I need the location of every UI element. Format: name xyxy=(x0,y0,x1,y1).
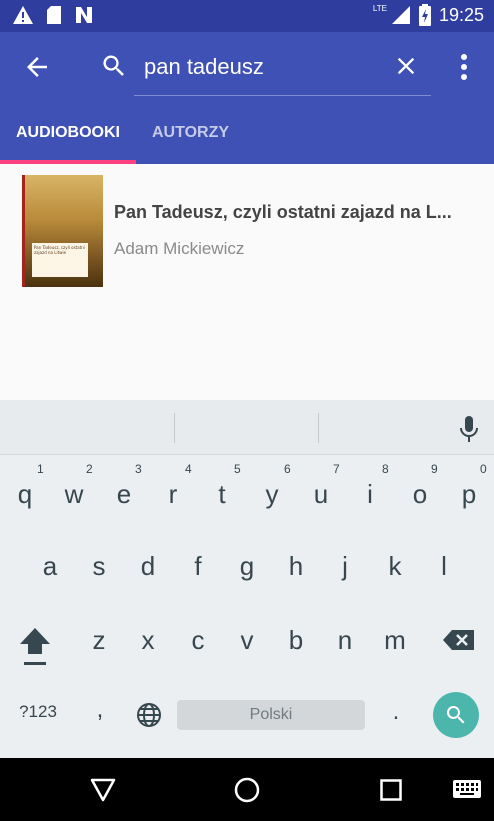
key-c[interactable]: c xyxy=(176,614,220,666)
search-icon xyxy=(446,706,465,724)
home-circle-icon[interactable] xyxy=(234,777,260,803)
shift-icon[interactable] xyxy=(18,624,52,668)
key-hint: 7 xyxy=(333,462,340,476)
sd-card-icon xyxy=(47,6,61,24)
key-j[interactable]: j xyxy=(323,540,367,592)
status-time: 19:25 xyxy=(438,4,484,25)
book-title: Pan Tadeusz, czyli ostatni zajazd na L..… xyxy=(114,202,452,222)
key-x[interactable]: x xyxy=(126,614,170,666)
key-hint: 0 xyxy=(480,462,487,476)
globe-icon[interactable] xyxy=(136,702,162,728)
recents-square-icon[interactable] xyxy=(380,779,402,801)
key-period[interactable]: . xyxy=(386,698,406,726)
tab-audiobooki[interactable]: AUDIOBOOKI xyxy=(16,124,120,142)
tab-autorzy[interactable]: AUTORZY xyxy=(152,124,229,142)
key-k[interactable]: k xyxy=(373,540,417,592)
key-v[interactable]: v xyxy=(225,614,269,666)
key-m[interactable]: m xyxy=(373,614,417,666)
key-hint: 2 xyxy=(86,462,93,476)
key-h[interactable]: h xyxy=(274,540,318,592)
key-n[interactable]: n xyxy=(323,614,367,666)
key-hint: 9 xyxy=(431,462,438,476)
warning-icon xyxy=(13,6,33,24)
book-cover-image: Pan Tadeusz, czyli ostatni zajazd na Lit… xyxy=(22,175,103,287)
key-a[interactable]: a xyxy=(28,540,72,592)
key-z[interactable]: z xyxy=(77,614,121,666)
back-triangle-icon[interactable] xyxy=(90,778,116,802)
network-type: LTE xyxy=(372,3,387,13)
keyboard-switch-icon[interactable] xyxy=(453,780,481,800)
search-icon xyxy=(103,55,124,76)
key-hint: 1 xyxy=(37,462,44,476)
status-bar: LTE 19:25 xyxy=(0,0,494,32)
app-bar: pan tadeusz AUDIOBOOKI AUTORZY xyxy=(0,32,494,164)
list-item[interactable]: Pan Tadeusz, czyli ostatni zajazd na Lit… xyxy=(0,164,494,298)
soft-keyboard: q 1 w 2 e 3 r 4 t 5 y 6 u 7 i 8 o 9 p 0 … xyxy=(0,400,494,758)
suggestion-divider xyxy=(174,413,175,443)
search-action-button[interactable] xyxy=(433,692,479,738)
key-l[interactable]: l xyxy=(422,540,466,592)
key-hint: 8 xyxy=(382,462,389,476)
key-d[interactable]: d xyxy=(126,540,170,592)
search-input[interactable]: pan tadeusz xyxy=(144,52,264,82)
cover-label: Pan Tadeusz, czyli ostatni zajazd na Lit… xyxy=(32,243,88,277)
key-f[interactable]: f xyxy=(176,540,220,592)
suggestion-divider xyxy=(318,413,319,443)
clear-search-icon[interactable] xyxy=(392,52,420,80)
key-b[interactable]: b xyxy=(274,614,318,666)
microphone-icon[interactable] xyxy=(457,414,481,444)
back-arrow-icon[interactable] xyxy=(22,52,52,82)
symbols-key[interactable]: ?123 xyxy=(12,702,64,722)
cover-spine xyxy=(22,175,25,287)
signal-icon xyxy=(391,6,410,24)
key-s[interactable]: s xyxy=(77,540,121,592)
n-icon xyxy=(76,7,92,23)
suggestion-strip xyxy=(0,400,494,455)
space-bar[interactable]: Polski xyxy=(177,700,365,730)
book-author: Adam Mickiewicz xyxy=(114,239,245,258)
backspace-icon[interactable] xyxy=(442,628,476,652)
search-underline xyxy=(134,95,431,96)
key-g[interactable]: g xyxy=(225,540,269,592)
key-hint: 6 xyxy=(284,462,291,476)
result-list: Pan Tadeusz, czyli ostatni zajazd na Lit… xyxy=(0,164,494,400)
more-options-icon[interactable] xyxy=(456,52,472,82)
key-comma[interactable]: , xyxy=(90,696,110,724)
navigation-bar xyxy=(0,758,494,821)
battery-icon xyxy=(418,4,431,26)
key-hint: 3 xyxy=(135,462,142,476)
key-hint: 5 xyxy=(234,462,241,476)
key-hint: 4 xyxy=(185,462,192,476)
